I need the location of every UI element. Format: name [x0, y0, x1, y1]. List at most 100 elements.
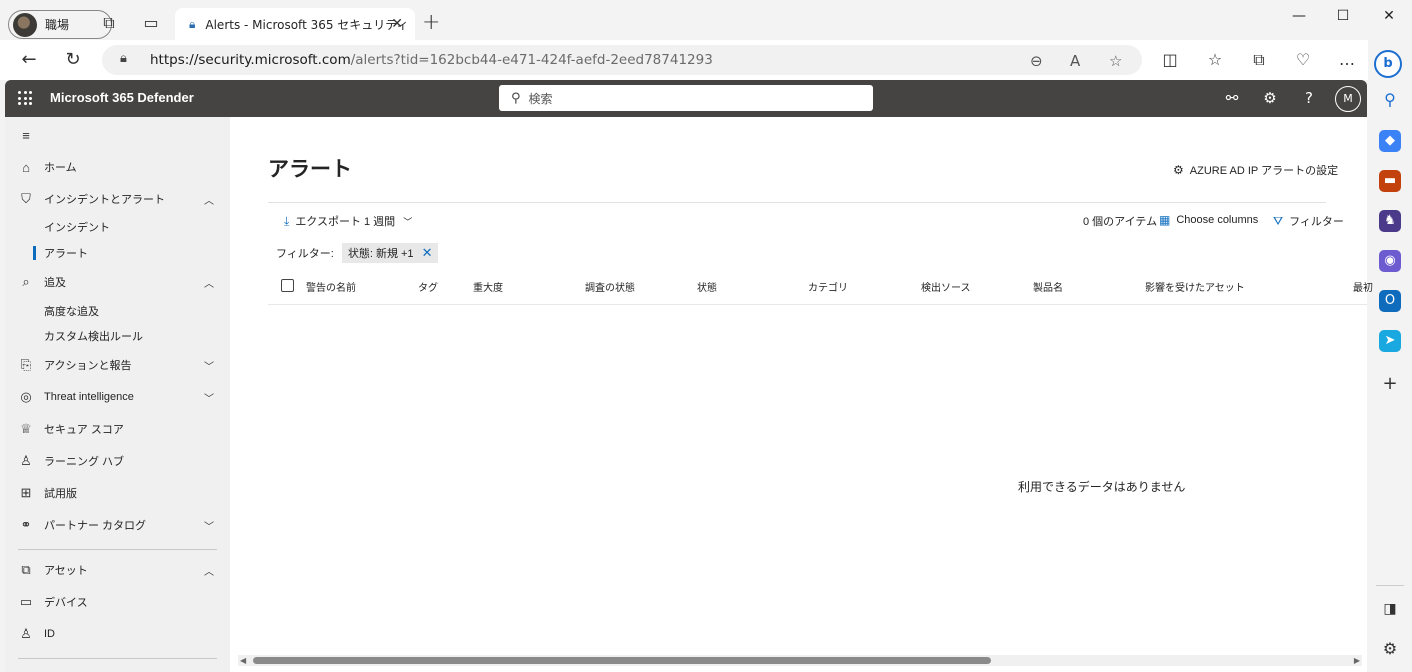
nav-item-hunting[interactable]: ⌕ 追及 ︿ — [5, 271, 230, 293]
sidebar-divider — [1376, 585, 1404, 586]
add-sidebar-app-icon[interactable]: + — [1379, 373, 1401, 395]
outlook-icon[interactable]: O — [1379, 290, 1401, 312]
global-search-input[interactable]: ⚲ 検索 — [499, 85, 873, 111]
column-investigation-state[interactable]: 調査の状態 — [585, 279, 635, 294]
chip-label: 状態: 新規 +1 — [347, 248, 414, 260]
column-detection-source[interactable]: 検出ソース — [921, 279, 971, 294]
column-severity[interactable]: 重大度 — [473, 279, 503, 294]
nav-item-assets[interactable]: ⧉ アセット ︿ — [5, 559, 230, 581]
filter-chip-status[interactable]: 状態: 新規 +1 ✕ — [341, 243, 439, 263]
profile-button[interactable]: 職場 — [8, 10, 112, 39]
choose-columns-button[interactable]: ▦ Choose columns — [1159, 213, 1258, 227]
chevron-up-icon: ︿ — [204, 195, 214, 207]
nav-item-devices[interactable]: ▭ デバイス — [5, 591, 230, 613]
assets-icon: ⧉ — [21, 562, 31, 577]
remove-filter-icon[interactable]: ✕ — [422, 245, 433, 261]
chevron-up-icon: ︿ — [204, 566, 214, 578]
person-icon: ♙ — [20, 626, 32, 641]
vertical-tabs-icon[interactable]: ▭ — [142, 14, 160, 32]
favorites-icon[interactable]: ☆ — [1204, 50, 1226, 69]
refresh-icon[interactable]: ↻ — [61, 49, 85, 71]
games-icon[interactable]: ♞ — [1379, 210, 1401, 232]
nav-item-incidents[interactable]: インシデント — [5, 216, 230, 238]
horizontal-scrollbar[interactable]: ◀ ▶ — [238, 655, 1362, 666]
nav-item-threat-intel[interactable]: ◎ Threat intelligence ﹀ — [5, 386, 230, 408]
address-input[interactable]: 🔒︎ https://security.microsoft.com/alerts… — [102, 45, 1142, 75]
nav-item-identities[interactable]: ♙ ID — [5, 623, 230, 645]
nav-item-custom-rules[interactable]: カスタム検出ルール — [5, 325, 230, 347]
scroll-right-icon[interactable]: ▶ — [1354, 655, 1360, 666]
nav-label: Threat intelligence — [44, 391, 134, 403]
collections-tabs-icon[interactable]: ⧉ — [100, 14, 118, 32]
settings-gear-icon[interactable]: ⚙ — [1261, 90, 1279, 106]
column-product-name[interactable]: 製品名 — [1033, 279, 1063, 294]
tab-title: Alerts - Microsoft 365 セキュリティ — [205, 17, 409, 32]
app-launcher-icon[interactable] — [18, 91, 32, 105]
column-impacted-assets[interactable]: 影響を受けたアセット — [1145, 279, 1245, 294]
more-menu-icon[interactable]: … — [1336, 50, 1358, 69]
account-avatar[interactable]: M — [1335, 86, 1361, 112]
app-name[interactable]: Microsoft 365 Defender — [50, 90, 194, 105]
column-category[interactable]: カテゴリ — [808, 279, 848, 294]
main-content: アラート ⚙ AZURE AD IP アラートの設定 ⤓ エクスポート 1 週間 ﹀ … — [230, 117, 1373, 672]
back-icon[interactable]: ← — [17, 49, 41, 71]
nav-item-home[interactable]: ⌂ ホーム — [5, 156, 230, 178]
page-title: アラート — [268, 157, 352, 181]
nav-item-learning-hub[interactable]: ♙ ラーニング ハブ — [5, 450, 230, 472]
zoom-icon[interactable]: ⊖ — [1030, 52, 1043, 70]
azure-ad-ip-alert-settings-link[interactable]: ⚙ AZURE AD IP アラートの設定 — [1173, 162, 1338, 178]
filter-button[interactable]: ⛛ フィルター — [1273, 213, 1344, 229]
read-aloud-icon[interactable]: A — [1070, 52, 1080, 70]
laptop-icon: ▭ — [19, 594, 33, 609]
sidebar-settings-icon[interactable]: ⚙ — [1379, 638, 1401, 660]
collections-icon[interactable]: ⧉ — [1248, 50, 1270, 70]
edge-sidebar: b ⚲ ◆ ▬ ♞ ◉ O ➤ + ◨ ⚙ — [1368, 40, 1412, 672]
nav-item-advanced-hunting[interactable]: 高度な追及 — [5, 300, 230, 322]
community-icon[interactable]: ⚯ — [1223, 90, 1241, 106]
hide-sidebar-icon[interactable]: ◨ — [1379, 598, 1401, 620]
new-tab-icon[interactable]: + — [422, 12, 440, 34]
nav-item-secure-score[interactable]: ♕ セキュア スコア — [5, 418, 230, 440]
search-icon[interactable]: ⚲ — [1379, 89, 1401, 111]
minimize-icon[interactable]: — — [1276, 8, 1322, 24]
nav-item-incidents-alerts[interactable]: ⛉ インシデントとアラート ︿ — [5, 188, 230, 210]
split-screen-icon[interactable]: ◫ — [1159, 50, 1181, 69]
column-first-activity[interactable]: 最初 — [1353, 279, 1373, 294]
nav-item-partner-catalog[interactable]: ⚭ パートナー カタログ ﹀ — [5, 514, 230, 536]
nav-item-actions-reports[interactable]: ⎘ アクションと報告 ﹀ — [5, 354, 230, 376]
column-tags[interactable]: タグ — [418, 279, 438, 294]
url-path: /alerts?tid=162bcb44-e471-424f-aefd-2eed… — [350, 52, 713, 68]
favorite-star-icon[interactable]: ☆ — [1109, 52, 1122, 70]
m365-icon[interactable]: ◉ — [1379, 250, 1401, 272]
column-alert-name[interactable]: 警告の名前 — [306, 279, 356, 294]
export-button[interactable]: ⤓ エクスポート — [284, 213, 361, 229]
nav-divider — [18, 549, 217, 550]
scrollbar-thumb[interactable] — [253, 657, 991, 664]
button-label: フィルター — [1289, 216, 1344, 228]
nav-item-alerts[interactable]: アラート — [5, 242, 230, 264]
close-window-icon[interactable]: ✕ — [1366, 8, 1412, 24]
close-tab-icon[interactable]: ✕ — [391, 16, 403, 32]
button-label: Choose columns — [1176, 214, 1259, 226]
maximize-icon[interactable]: ☐ — [1320, 8, 1366, 24]
tools-icon[interactable]: ▬ — [1379, 170, 1401, 192]
threat-intel-icon: ◎ — [20, 389, 32, 404]
select-all-checkbox[interactable] — [281, 279, 294, 292]
partner-icon: ⚭ — [20, 517, 32, 532]
chevron-down-icon: ﹀ — [204, 361, 214, 373]
bing-chat-icon[interactable]: b — [1374, 50, 1402, 78]
tab-alerts[interactable]: 🔒︎ Alerts - Microsoft 365 セキュリティ ✕ — [175, 8, 415, 40]
shopping-icon[interactable]: ◆ — [1379, 130, 1401, 152]
browser-title-bar: 職場 ⧉ ▭ 🔒︎ Alerts - Microsoft 365 セキュリティ … — [0, 0, 1412, 40]
column-status[interactable]: 状態 — [697, 279, 717, 294]
site-lock-icon[interactable]: 🔒︎ — [120, 51, 127, 66]
nav-label: 追及 — [44, 277, 66, 289]
nav-item-trials[interactable]: ⊞ 試用版 — [5, 482, 230, 504]
url-host: https://security.microsoft.com — [150, 52, 351, 68]
browser-essentials-icon[interactable]: ♡ — [1292, 50, 1314, 69]
period-dropdown[interactable]: 1 週間 ﹀ — [364, 213, 412, 229]
scroll-left-icon[interactable]: ◀ — [240, 655, 246, 666]
help-icon[interactable]: ? — [1300, 90, 1318, 106]
nav-collapse-button[interactable]: ≡ — [5, 124, 230, 146]
drop-icon[interactable]: ➤ — [1379, 330, 1401, 352]
